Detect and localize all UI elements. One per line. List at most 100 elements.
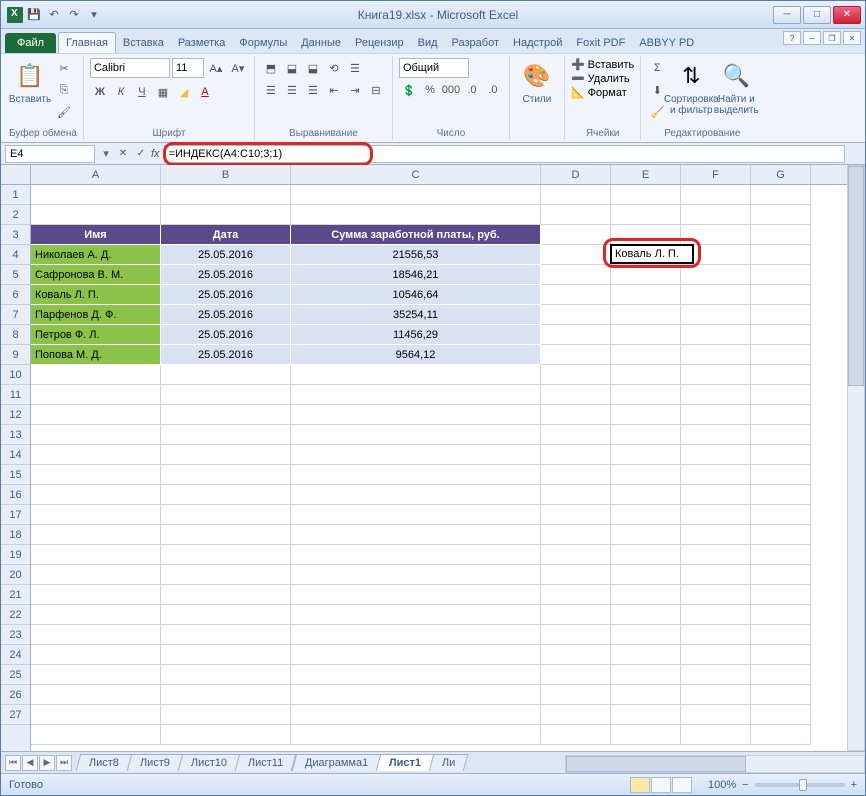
cell[interactable] [751, 205, 811, 225]
cell[interactable] [611, 325, 681, 345]
table-cell-sum[interactable]: 18546,21 [291, 265, 541, 285]
cell[interactable] [611, 665, 681, 685]
cell[interactable] [681, 625, 751, 645]
cell[interactable] [541, 285, 611, 305]
cell[interactable] [751, 365, 811, 385]
cell[interactable] [541, 525, 611, 545]
cell[interactable] [161, 385, 291, 405]
tab-data[interactable]: Данные [294, 33, 348, 53]
cell[interactable] [541, 605, 611, 625]
wb-restore-button[interactable]: ❐ [823, 31, 841, 45]
cell[interactable] [611, 625, 681, 645]
row-header-25[interactable]: 25 [1, 665, 30, 685]
cell[interactable] [31, 385, 161, 405]
cell[interactable] [681, 545, 751, 565]
table-header-sum[interactable]: Сумма заработной платы, руб. [291, 225, 541, 245]
align-left-icon[interactable]: ☰ [261, 80, 281, 100]
namebox-dropdown-icon[interactable]: ▾ [99, 147, 113, 160]
cell[interactable] [681, 725, 751, 745]
cell[interactable] [751, 625, 811, 645]
cell[interactable] [291, 465, 541, 485]
table-cell-sum[interactable]: 10546,64 [291, 285, 541, 305]
cell[interactable] [751, 605, 811, 625]
cell[interactable] [681, 465, 751, 485]
wrap-text-icon[interactable]: ☰ [345, 58, 365, 78]
cell[interactable] [611, 445, 681, 465]
tab-view[interactable]: Вид [411, 33, 445, 53]
format-painter-icon[interactable]: 🖌 [54, 102, 74, 122]
paste-button[interactable]: 📋 Вставить [9, 58, 51, 107]
cell[interactable] [31, 465, 161, 485]
cell[interactable] [291, 385, 541, 405]
cell[interactable] [291, 685, 541, 705]
cell[interactable] [681, 285, 751, 305]
row-header-16[interactable]: 16 [1, 485, 30, 505]
cell[interactable] [161, 725, 291, 745]
table-cell-name[interactable]: Сафронова В. М. [31, 265, 161, 285]
cell[interactable] [541, 365, 611, 385]
cell[interactable] [611, 285, 681, 305]
row-header-20[interactable]: 20 [1, 565, 30, 585]
align-top-icon[interactable]: ⬒ [261, 58, 281, 78]
row-header-18[interactable]: 18 [1, 525, 30, 545]
cell[interactable] [161, 425, 291, 445]
font-color-icon[interactable]: A [195, 82, 215, 102]
cell[interactable] [681, 685, 751, 705]
cancel-formula-icon[interactable]: ✕ [115, 146, 131, 162]
cell[interactable] [681, 325, 751, 345]
tab-abbyy[interactable]: ABBYY PD [632, 33, 701, 53]
tab-addins[interactable]: Надстрой [506, 33, 569, 53]
cell[interactable] [751, 545, 811, 565]
table-cell-name[interactable]: Коваль Л. П. [31, 285, 161, 305]
zoom-thumb[interactable] [799, 779, 807, 791]
horizontal-scrollbar[interactable] [565, 755, 865, 773]
cell[interactable] [161, 645, 291, 665]
cell[interactable] [291, 585, 541, 605]
cell[interactable] [611, 505, 681, 525]
wb-minimize-button[interactable]: ─ [803, 31, 821, 45]
worksheet-grid[interactable]: ABCDEFG 12345678910111213141516171819202… [1, 165, 865, 751]
cell[interactable] [681, 705, 751, 725]
cell[interactable] [681, 385, 751, 405]
cell[interactable] [161, 485, 291, 505]
cell[interactable] [541, 465, 611, 485]
cell[interactable] [541, 225, 611, 245]
cell[interactable] [611, 305, 681, 325]
cell[interactable] [291, 365, 541, 385]
cell[interactable] [681, 565, 751, 585]
vscroll-thumb[interactable] [848, 166, 864, 386]
cell[interactable] [291, 665, 541, 685]
align-middle-icon[interactable]: ⬓ [282, 58, 302, 78]
cells-delete-button[interactable]: ➖Удалить [571, 72, 630, 85]
row-header-13[interactable]: 13 [1, 425, 30, 445]
sheet-nav-next[interactable]: ▶ [39, 755, 55, 771]
cell[interactable] [541, 565, 611, 585]
table-cell-date[interactable]: 25.05.2016 [161, 305, 291, 325]
accept-formula-icon[interactable]: ✓ [133, 146, 149, 162]
cell[interactable] [31, 705, 161, 725]
table-header-date[interactable]: Дата [161, 225, 291, 245]
cell[interactable] [611, 365, 681, 385]
italic-button[interactable]: К [111, 82, 131, 102]
cell[interactable] [751, 565, 811, 585]
cell[interactable] [681, 265, 751, 285]
cell[interactable] [161, 405, 291, 425]
cell[interactable] [681, 445, 751, 465]
underline-button[interactable]: Ч [132, 82, 152, 102]
row-header-5[interactable]: 5 [1, 265, 30, 285]
column-header-E[interactable]: E [611, 165, 681, 184]
row-header-4[interactable]: 4 [1, 245, 30, 265]
cell[interactable] [161, 665, 291, 685]
cell[interactable] [31, 505, 161, 525]
cell[interactable] [751, 225, 811, 245]
cell[interactable] [611, 385, 681, 405]
cell[interactable] [611, 685, 681, 705]
sheet-nav-last[interactable]: ⏭ [56, 755, 72, 771]
table-cell-name[interactable]: Петров Ф. Л. [31, 325, 161, 345]
cell[interactable] [291, 725, 541, 745]
tab-layout[interactable]: Разметка [171, 33, 233, 53]
cell[interactable] [291, 445, 541, 465]
cell[interactable] [751, 725, 811, 745]
cell[interactable] [611, 185, 681, 205]
cell[interactable] [751, 485, 811, 505]
